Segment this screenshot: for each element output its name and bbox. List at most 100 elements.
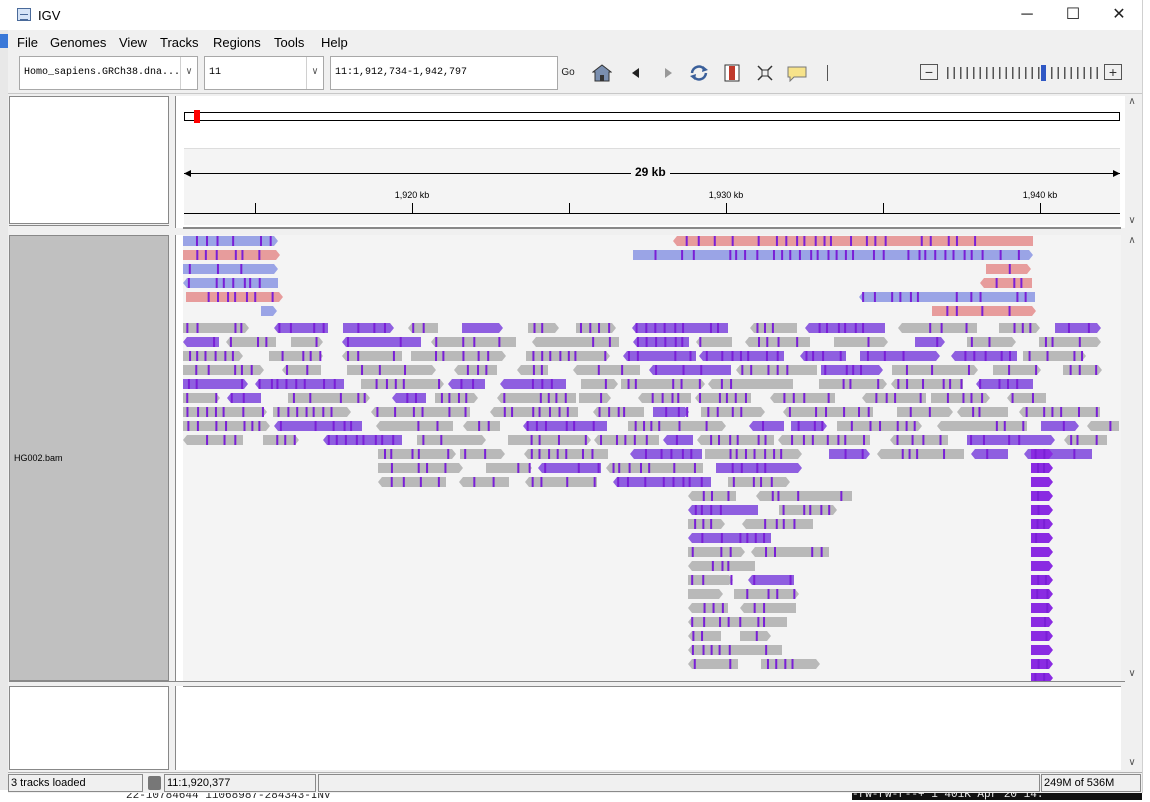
refresh-icon[interactable] — [688, 64, 708, 82]
forward-icon[interactable] — [658, 64, 678, 82]
zoom-out-icon[interactable]: − — [920, 64, 938, 80]
scroll-down-icon[interactable]: ∨ — [1125, 215, 1139, 226]
read-insertion-mark — [448, 393, 451, 403]
read-insertion-mark — [1034, 673, 1037, 681]
read-insertion-mark — [538, 407, 541, 417]
read-insertion-mark — [206, 407, 209, 417]
read-insertion-mark — [981, 393, 984, 403]
read-insertion-mark — [947, 236, 950, 246]
aligned-read — [347, 365, 436, 375]
zoom-slider[interactable] — [945, 65, 1105, 81]
read-insertion-mark — [728, 645, 731, 655]
read-insertion-mark — [867, 337, 870, 347]
read-insertion-mark — [276, 435, 279, 445]
read-insertion-mark — [663, 323, 666, 333]
read-insertion-mark — [705, 351, 708, 361]
read-insertion-mark — [332, 421, 335, 431]
menu-tracks[interactable]: Tracks — [160, 35, 199, 50]
close-button[interactable]: ✕ — [1096, 0, 1142, 30]
read-insertion-mark — [1067, 323, 1070, 333]
read-insertion-mark — [793, 589, 796, 599]
read-insertion-mark — [655, 365, 658, 375]
roi-icon[interactable] — [722, 64, 742, 82]
locus-input[interactable]: 11:1,912,734-1,942,797 — [330, 56, 558, 90]
chevron-down-icon: ∨ — [306, 57, 323, 89]
read-insertion-mark — [692, 631, 695, 641]
read-insertion-mark — [305, 407, 308, 417]
read-insertion-mark — [822, 351, 825, 361]
read-insertion-mark — [711, 561, 714, 571]
read-insertion-mark — [627, 379, 630, 389]
ruler-tick — [412, 203, 413, 213]
menu-tools[interactable]: Tools — [274, 35, 304, 50]
aligned-read — [932, 306, 1036, 316]
read-insertion-mark — [1028, 351, 1031, 361]
go-button[interactable]: Go — [559, 56, 577, 90]
read-insertion-mark — [916, 292, 919, 302]
read-insertion-mark — [963, 250, 966, 260]
read-insertion-mark — [960, 379, 963, 389]
read-insertion-mark — [906, 379, 909, 389]
read-insertion-mark — [756, 323, 759, 333]
chromosome-ideogram[interactable] — [184, 112, 1120, 121]
read-insertion-mark — [555, 393, 558, 403]
menu-view[interactable]: View — [119, 35, 147, 50]
read-insertion-mark — [197, 407, 200, 417]
read-insertion-mark — [234, 292, 237, 302]
header-scrollbar[interactable]: ∧ ∨ — [1125, 96, 1139, 228]
back-icon[interactable] — [626, 64, 646, 82]
read-insertion-mark — [457, 393, 460, 403]
scroll-up-icon[interactable]: ∧ — [1125, 235, 1139, 246]
read-insertion-mark — [440, 435, 443, 445]
read-insertion-mark — [970, 250, 973, 260]
read-insertion-mark — [487, 351, 490, 361]
chromosome-position-marker — [194, 110, 200, 123]
read-insertion-mark — [813, 421, 816, 431]
read-insertion-mark — [727, 491, 730, 501]
genome-dropdown[interactable]: Homo_sapiens.GRCh38.dna... ∨ — [19, 56, 198, 90]
home-icon[interactable] — [591, 64, 613, 82]
read-insertion-mark — [394, 379, 397, 389]
read-insertion-mark — [729, 250, 732, 260]
resize-icon[interactable] — [755, 64, 775, 82]
bam-track-name[interactable]: HG002.bam — [14, 453, 63, 463]
read-insertion-mark — [186, 407, 189, 417]
aligned-read — [183, 365, 264, 375]
read-insertion-mark — [782, 505, 785, 515]
panel-splitter[interactable] — [9, 229, 1125, 235]
aligned-read — [688, 533, 771, 543]
read-insertion-mark — [765, 645, 768, 655]
aligned-read — [632, 323, 728, 333]
read-insertion-mark — [940, 323, 943, 333]
menu-help[interactable]: Help — [321, 35, 348, 50]
menu-file[interactable]: File — [17, 35, 38, 50]
aligned-read — [183, 379, 248, 389]
maximize-button[interactable]: ☐ — [1050, 0, 1096, 30]
popup-info-icon[interactable] — [786, 64, 807, 83]
chromosome-dropdown[interactable]: 11 ∨ — [204, 56, 324, 90]
read-insertion-mark — [802, 435, 805, 445]
zoom-in-icon[interactable]: + — [1104, 64, 1122, 80]
read-insertion-mark — [473, 337, 476, 347]
scroll-down-icon[interactable]: ∨ — [1125, 668, 1139, 679]
read-insertion-mark — [215, 278, 218, 288]
scroll-up-icon[interactable]: ∧ — [1125, 96, 1139, 107]
read-insertion-mark — [1046, 351, 1049, 361]
menu-regions[interactable]: Regions — [213, 35, 261, 50]
menu-genomes[interactable]: Genomes — [50, 35, 106, 50]
minimize-button[interactable]: ─ — [1004, 0, 1050, 30]
scroll-down-icon[interactable]: ∨ — [1125, 757, 1139, 768]
read-insertion-mark — [600, 435, 603, 445]
read-insertion-mark — [593, 477, 596, 487]
alignment-track[interactable] — [183, 235, 1121, 681]
read-insertion-mark — [849, 379, 852, 389]
aligned-read — [1064, 435, 1107, 445]
read-insertion-mark — [821, 421, 824, 431]
feature-scrollbar[interactable]: ∨ — [1125, 686, 1139, 770]
read-insertion-mark — [720, 547, 723, 557]
aligned-read — [1031, 561, 1053, 571]
read-insertion-mark — [1024, 292, 1027, 302]
aligned-read — [408, 323, 438, 333]
data-scrollbar[interactable]: ∧ ∨ — [1125, 235, 1139, 681]
read-insertion-mark — [531, 379, 534, 389]
